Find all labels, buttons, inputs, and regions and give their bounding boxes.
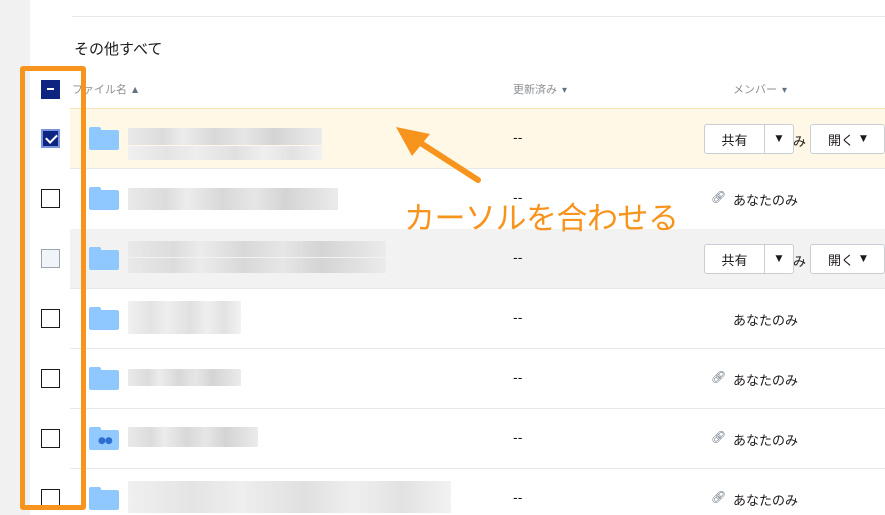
open-button[interactable]: 開く ▼: [810, 124, 885, 154]
redacted-file-name: [128, 146, 322, 160]
caret-down-icon: ▼: [775, 134, 783, 144]
shared-folder-icon: ●●: [89, 427, 119, 450]
redacted-file-name[interactable]: [128, 481, 451, 497]
modified-value: --: [513, 431, 523, 446]
link-icon: 🔗︎: [711, 490, 727, 504]
column-modified-label: 更新済み: [513, 83, 557, 96]
member-value: 🔗︎ あなたのみ: [711, 370, 799, 389]
row-divider: [70, 408, 885, 409]
row-divider: [70, 288, 885, 289]
caret-down-icon: ▾: [782, 85, 788, 96]
row-divider: [70, 348, 885, 349]
modified-value: --: [513, 371, 523, 386]
redacted-file-name: [128, 497, 451, 513]
arrow-up-icon: ▲: [132, 85, 139, 94]
share-button[interactable]: 共有: [704, 244, 765, 274]
link-icon: 🔗︎: [711, 190, 727, 204]
redacted-file-name[interactable]: [128, 128, 322, 145]
open-label: 開く: [828, 253, 855, 269]
caret-down-icon: ▼: [860, 254, 867, 264]
share-button[interactable]: 共有: [704, 124, 765, 154]
member-text-partial: み: [793, 135, 807, 150]
member-text: あなたのみ: [733, 434, 799, 449]
member-text: あなたのみ: [733, 494, 799, 509]
annotation-text: カーソルを合わせる: [404, 201, 679, 237]
member-text: あなたのみ: [733, 374, 799, 389]
column-header-members[interactable]: メンバー ▾: [733, 81, 787, 97]
member-value: 🔗︎ あなたのみ: [711, 430, 799, 449]
open-button[interactable]: 開く ▼: [810, 244, 885, 274]
redacted-file-name: [128, 318, 241, 334]
redacted-file-name[interactable]: [128, 427, 258, 447]
member-text-partial: み: [793, 255, 807, 270]
caret-down-icon: ▼: [775, 254, 783, 264]
caret-down-icon: ▾: [562, 85, 568, 96]
section-title: その他すべて: [74, 40, 163, 58]
member-text: あなたのみ: [733, 194, 799, 209]
modified-value: --: [513, 131, 523, 146]
share-menu-button[interactable]: ▼: [764, 244, 794, 274]
member-value: 🔗︎ あなたのみ: [711, 490, 799, 509]
checkbox-highlight-box: [20, 66, 86, 510]
redacted-file-name[interactable]: [128, 241, 386, 257]
column-header-modified[interactable]: 更新済み ▾: [513, 81, 567, 97]
redacted-file-name[interactable]: [128, 301, 241, 318]
folder-icon: [89, 307, 119, 330]
link-icon: 🔗︎: [711, 430, 727, 444]
share-menu-button[interactable]: ▼: [764, 124, 794, 154]
redacted-file-name: [128, 258, 386, 273]
modified-value: --: [513, 311, 523, 326]
member-value: あなたのみ: [733, 310, 798, 329]
modified-value: --: [513, 251, 523, 266]
folder-icon: [89, 247, 119, 270]
member-value: 🔗︎ あなたのみ: [711, 190, 799, 209]
folder-icon: [89, 127, 119, 150]
folder-icon: [89, 187, 119, 210]
folder-icon: [89, 487, 119, 510]
top-divider: [72, 16, 885, 17]
row-divider: [70, 468, 885, 469]
link-icon: 🔗︎: [711, 370, 727, 384]
redacted-file-name[interactable]: [128, 369, 241, 386]
redacted-file-name[interactable]: [128, 188, 338, 210]
column-members-label: メンバー: [733, 83, 777, 96]
member-text: あなたのみ: [733, 314, 799, 329]
caret-down-icon: ▼: [860, 134, 867, 144]
folder-icon: [89, 367, 119, 390]
open-label: 開く: [828, 133, 855, 149]
annotation-arrow-icon: [396, 127, 481, 183]
modified-value: --: [513, 491, 523, 506]
